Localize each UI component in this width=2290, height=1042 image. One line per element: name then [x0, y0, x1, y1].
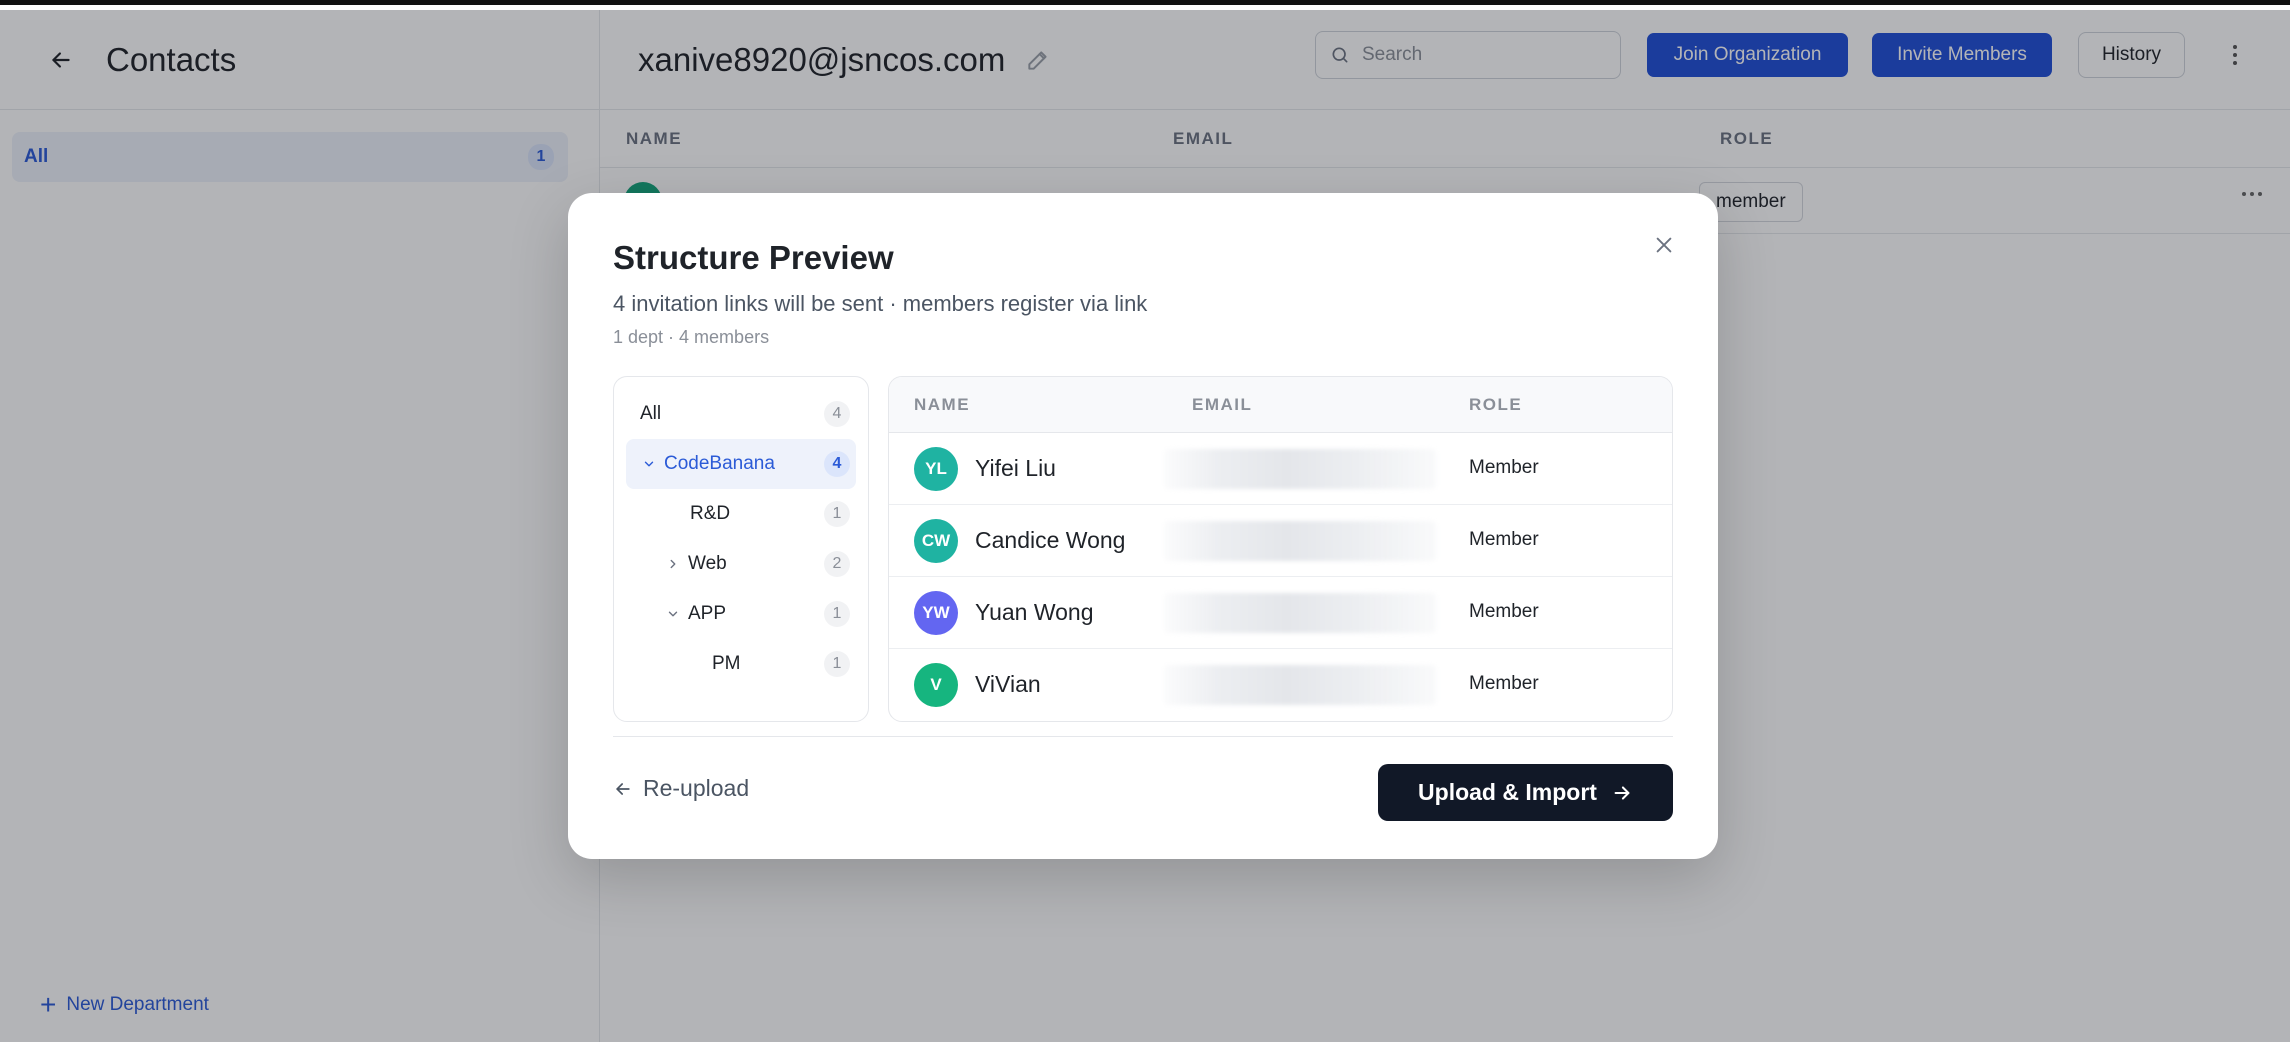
- count-badge: 1: [824, 651, 850, 677]
- tree-item-label: All: [640, 403, 662, 424]
- arrow-left-icon: [616, 782, 630, 795]
- modal-meta: 1 dept · 4 members: [613, 327, 770, 347]
- count-badge: 1: [824, 601, 850, 627]
- avatar: YW: [914, 591, 958, 635]
- member-role: Member: [1469, 457, 1539, 478]
- members-list: YL Yifei Liu Member CW Candice Wong Member YW Y…: [889, 433, 1672, 721]
- chevron-right-icon[interactable]: [664, 557, 682, 571]
- column-role: ROLE: [1469, 395, 1523, 414]
- close-icon: [1656, 237, 1672, 253]
- close-button[interactable]: [1648, 229, 1680, 261]
- member-row[interactable]: YL Yifei Liu Member: [889, 433, 1672, 505]
- department-tree: All 4 CodeBanana 4 R&D 1 Web 2 APP 1 PM …: [613, 376, 869, 722]
- tree-item-label: R&D: [690, 503, 731, 524]
- tree-item-label: CodeBanana: [664, 453, 775, 474]
- count-badge: 4: [824, 401, 850, 427]
- tree-item-web[interactable]: Web 2: [614, 539, 868, 589]
- count-badge: 1: [824, 501, 850, 527]
- structure-preview-modal: Structure Preview 4 invitation links wil…: [568, 193, 1718, 859]
- modal-title: Structure Preview: [613, 239, 894, 276]
- member-row[interactable]: V ViVian Member: [889, 649, 1672, 721]
- count-badge: 2: [824, 551, 850, 577]
- tree-item-label: APP: [688, 603, 727, 624]
- avatar: V: [914, 663, 958, 707]
- arrow-right-icon: [1614, 785, 1630, 800]
- column-name: NAME: [914, 395, 971, 414]
- app-window: Contacts All 1 + New Department xanive89…: [0, 0, 2290, 1042]
- tree-item-codebanana[interactable]: CodeBanana 4: [626, 439, 856, 489]
- avatar: YL: [914, 447, 958, 491]
- member-email-redacted: [1164, 449, 1436, 489]
- member-email-redacted: [1164, 593, 1436, 633]
- avatar: CW: [914, 519, 958, 563]
- reupload-button[interactable]: Re-upload: [613, 775, 749, 802]
- member-row[interactable]: YW Yuan Wong Member: [889, 577, 1672, 649]
- reupload-label: Re-upload: [643, 775, 750, 801]
- member-name: Yuan Wong: [975, 599, 1094, 625]
- tree-item-pm[interactable]: PM 1: [614, 639, 868, 689]
- member-role: Member: [1469, 529, 1539, 550]
- member-email-redacted: [1164, 665, 1436, 705]
- members-table-header: NAME EMAIL ROLE: [889, 377, 1672, 433]
- tree-item-all[interactable]: All 4: [614, 389, 868, 439]
- member-name: Candice Wong: [975, 527, 1126, 553]
- tree-item-label: PM: [712, 653, 741, 674]
- tree-item-label: Web: [688, 553, 727, 574]
- tree-item-app[interactable]: APP 1: [614, 589, 868, 639]
- member-row[interactable]: CW Candice Wong Member: [889, 505, 1672, 577]
- member-name: Yifei Liu: [975, 455, 1056, 481]
- column-email: EMAIL: [1192, 395, 1253, 414]
- member-role: Member: [1469, 673, 1539, 694]
- chevron-down-icon[interactable]: [664, 607, 682, 621]
- count-badge: 4: [824, 451, 850, 477]
- divider: [613, 736, 1673, 737]
- modal-subtitle: 4 invitation links will be sent · member…: [613, 291, 1148, 316]
- member-role: Member: [1469, 601, 1539, 622]
- member-name: ViVian: [975, 671, 1041, 697]
- upload-import-label: Upload & Import: [1418, 779, 1597, 805]
- upload-import-button[interactable]: Upload & Import: [1378, 764, 1673, 821]
- tree-item-rnd[interactable]: R&D 1: [614, 489, 868, 539]
- member-email-redacted: [1164, 521, 1436, 561]
- chevron-down-icon[interactable]: [640, 457, 658, 471]
- members-table: NAME EMAIL ROLE YL Yifei Liu Member CW Candi…: [888, 376, 1673, 722]
